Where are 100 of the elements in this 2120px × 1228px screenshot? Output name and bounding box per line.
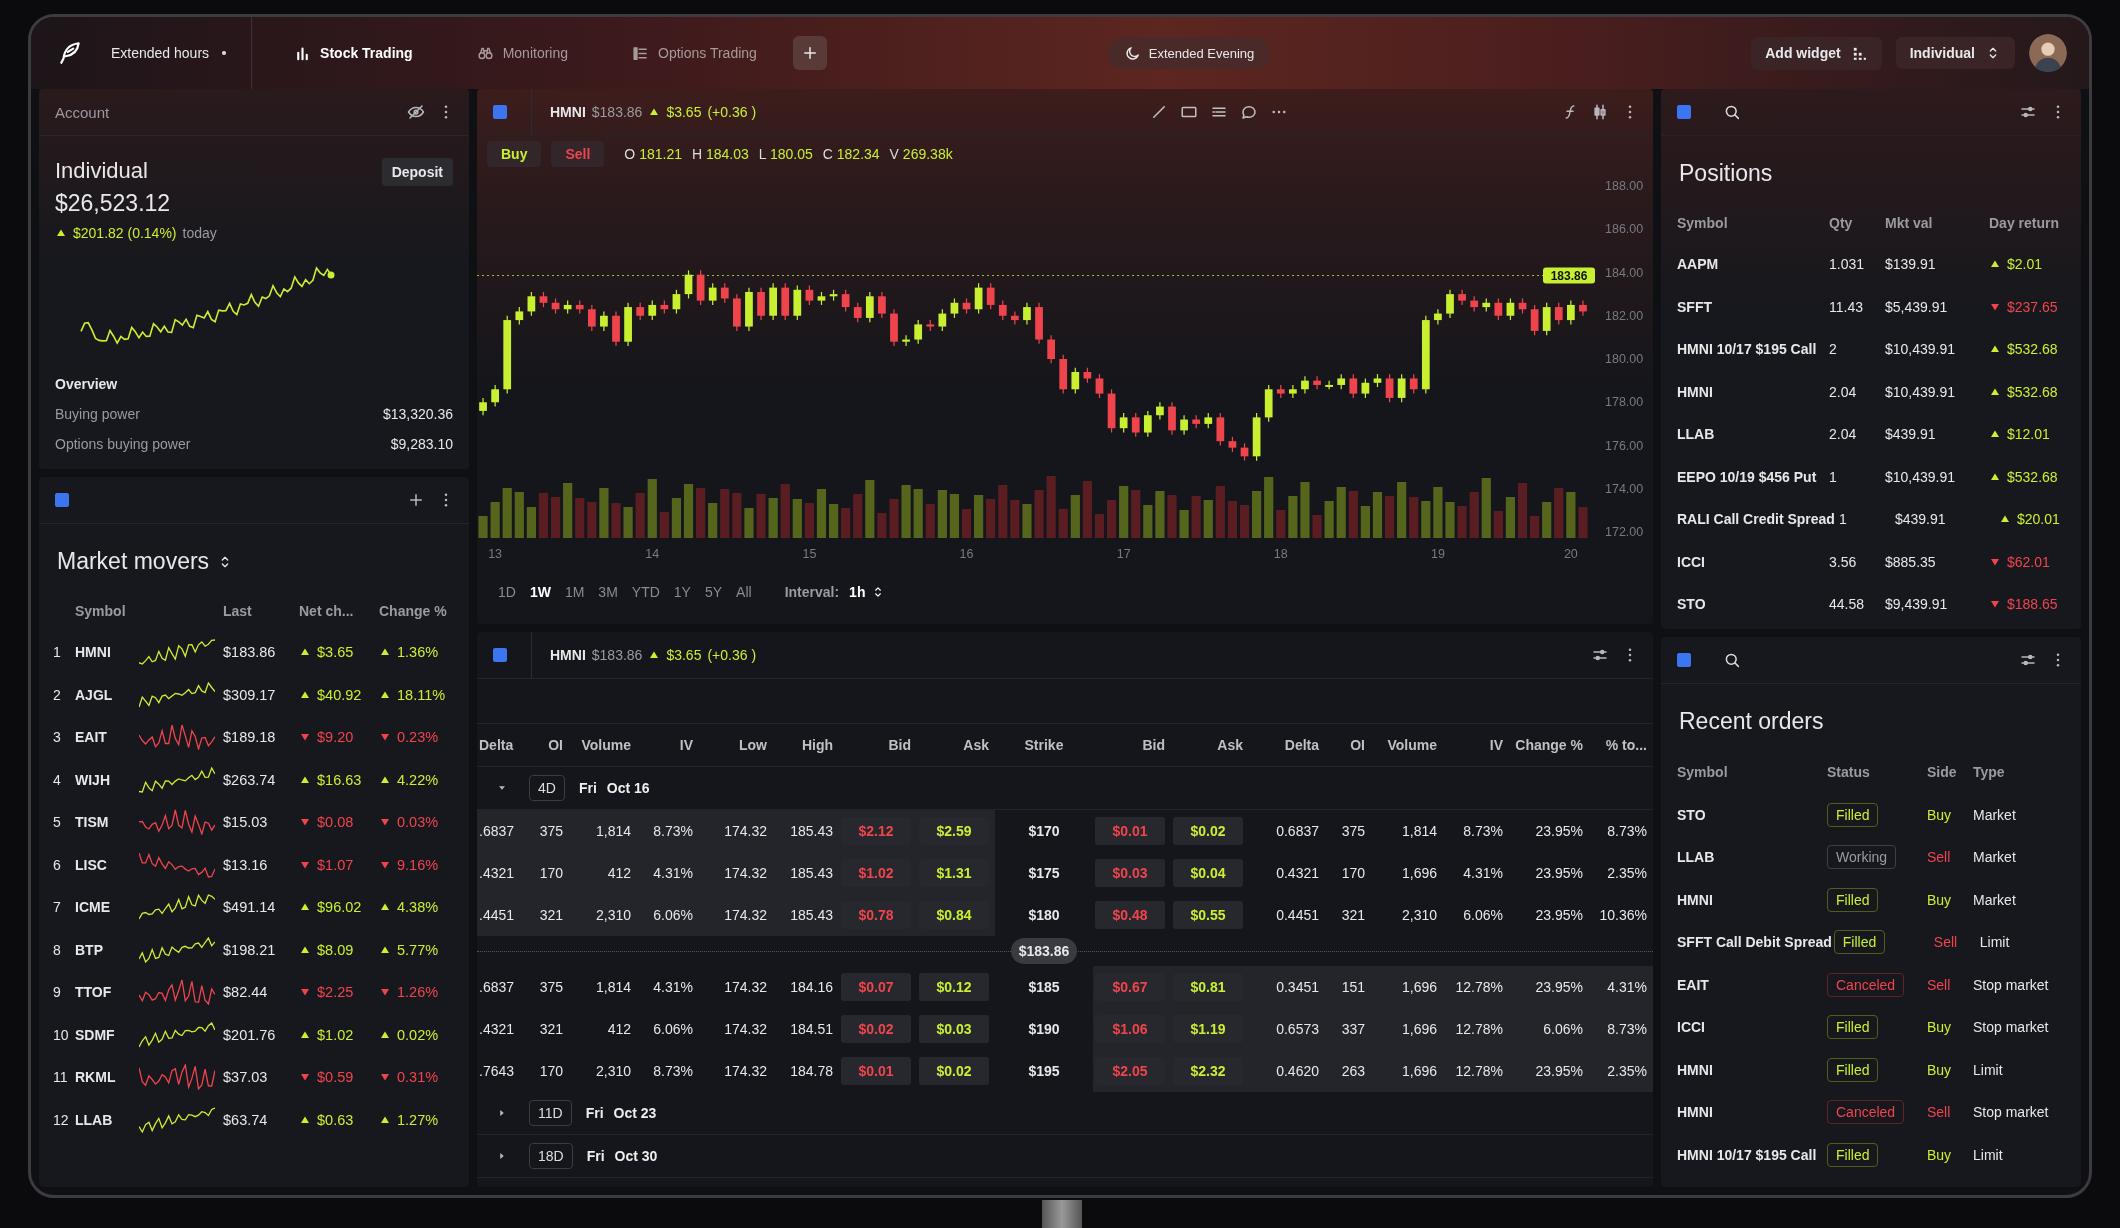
avatar[interactable] [2029,34,2067,72]
column-header[interactable]: Volume [569,724,637,766]
symbol[interactable]: AAPM [1677,256,1825,273]
symbol[interactable]: HMNI [1677,891,1825,908]
symbol[interactable]: EEPO 10/19 $456 Put [1677,468,1825,485]
symbol[interactable]: HMNI 10/17 $195 Call [1677,341,1825,358]
symbol[interactable]: STO [1677,806,1825,823]
column-header[interactable]: IV [637,724,699,766]
bid-price[interactable]: $0.48 [1095,901,1165,929]
workspace-tab[interactable]: Stock Trading [266,36,441,70]
plus-icon[interactable] [407,491,425,509]
symbol[interactable]: TTOF [75,984,139,1001]
range-tab[interactable]: 5Y [699,580,728,604]
interval-dropdown[interactable]: 1h [843,583,892,601]
symbol[interactable]: EAIT [1677,976,1825,993]
symbol[interactable]: ICCI [1677,553,1825,570]
symbol[interactable]: LLAB [1677,849,1825,866]
bid-price[interactable]: $0.03 [1095,859,1165,887]
search-icon[interactable] [1723,651,1741,669]
column-header[interactable]: Qty [1829,215,1881,231]
column-header[interactable]: OI [523,724,569,766]
column-header[interactable]: Symbol [75,603,139,619]
column-header[interactable]: Day return [1989,215,2073,231]
column-header[interactable]: Side [1927,764,1971,781]
bid-price[interactable]: $0.02 [841,1015,911,1043]
symbol[interactable]: HMNI [550,104,586,120]
symbol[interactable]: HMNI [550,647,586,663]
ask-price[interactable]: $0.02 [1173,817,1243,845]
symbol[interactable]: TISM [75,814,139,831]
column-header[interactable]: Net ch... [299,603,379,619]
column-header[interactable]: Delta [1249,724,1325,766]
ask-price[interactable]: $0.02 [919,1057,989,1085]
column-header[interactable]: Symbol [1677,764,1825,781]
symbol[interactable]: ICME [75,899,139,916]
range-tab[interactable]: 1M [559,580,590,604]
column-header[interactable]: Symbol [1677,215,1825,231]
symbol[interactable]: ICCI [1677,1019,1825,1036]
symbol[interactable]: EAIT [75,729,139,746]
eye-slash-icon[interactable] [407,103,425,121]
session-pill[interactable]: Extended Evening [1107,37,1271,69]
range-tab[interactable]: 1Y [668,580,696,604]
symbol[interactable]: LLAB [1677,426,1825,443]
column-header[interactable]: Change % [1509,724,1589,766]
range-tab[interactable]: 1W [524,580,556,604]
range-tab[interactable]: 3M [593,580,623,604]
symbol[interactable]: WIJH [75,771,139,788]
add-widget-button[interactable]: Add widget [1751,36,1882,70]
buy-button[interactable]: Buy [487,141,542,167]
symbol[interactable]: AJGL [75,686,139,703]
symbol[interactable]: LLAB [75,1111,139,1128]
symbol[interactable]: RKML [75,1069,139,1086]
deposit-button[interactable]: Deposit [381,158,453,186]
column-header[interactable]: Delta [477,724,523,766]
column-header[interactable]: Ask [1171,724,1249,766]
column-header[interactable]: Type [1973,764,2073,781]
column-header[interactable]: Volume [1371,724,1443,766]
bid-price[interactable]: $0.01 [1095,817,1165,845]
column-header[interactable]: Bid [1093,724,1171,766]
range-tab[interactable]: All [731,580,757,604]
symbol[interactable]: LISC [75,856,139,873]
symbol[interactable]: SDMF [75,1026,139,1043]
bid-price[interactable]: $0.01 [841,1057,911,1085]
search-icon[interactable] [1723,103,1741,121]
ask-price[interactable]: $0.03 [919,1015,989,1043]
column-header[interactable]: Bid [839,724,917,766]
ask-price[interactable]: $0.55 [1173,901,1243,929]
column-header[interactable]: Mkt val [1885,215,1985,231]
feather-icon[interactable] [57,40,83,66]
column-header[interactable]: Low [699,724,773,766]
column-header[interactable]: IV [1443,724,1509,766]
column-header[interactable]: Status [1827,764,1925,781]
ask-price[interactable]: $0.04 [1173,859,1243,887]
ask-price[interactable]: $0.12 [919,973,989,1001]
column-header[interactable]: High [773,724,839,766]
symbol[interactable]: HMNI [1677,383,1825,400]
symbol[interactable]: HMNI 10/17 $195 Call [1677,1146,1825,1163]
column-header[interactable]: Strike [995,724,1093,766]
account-dropdown[interactable]: Individual [1895,37,2015,69]
column-header[interactable]: OI [1325,724,1371,766]
symbol[interactable]: HMNI [1677,1104,1825,1121]
symbol[interactable]: SFFT [1677,298,1825,315]
symbol[interactable]: BTP [75,941,139,958]
workspace-tab[interactable]: Options Trading [604,36,785,70]
candlestick-icon[interactable] [1591,103,1609,121]
speech-bubble-icon[interactable] [1240,103,1259,121]
symbol[interactable]: HMNI [75,644,139,661]
extended-hours-label[interactable]: Extended hours [111,45,210,61]
column-header[interactable]: % to... [1589,724,1653,766]
range-tab[interactable]: YTD [626,580,665,604]
range-tab[interactable]: 1D [493,580,521,604]
symbol[interactable]: RALI Call Credit Spread [1677,511,1835,528]
column-header[interactable]: Change % [379,603,457,619]
symbol[interactable]: STO [1677,596,1825,613]
workspace-tab[interactable]: Monitoring [448,36,597,70]
column-header[interactable]: Last [223,603,299,619]
sell-button[interactable]: Sell [551,141,605,167]
add-tab-button[interactable] [792,36,827,70]
symbol[interactable]: SFFT Call Debit Spread [1677,934,1832,951]
symbol[interactable]: HMNI [1677,1061,1825,1078]
bid-price[interactable]: $0.07 [841,973,911,1001]
